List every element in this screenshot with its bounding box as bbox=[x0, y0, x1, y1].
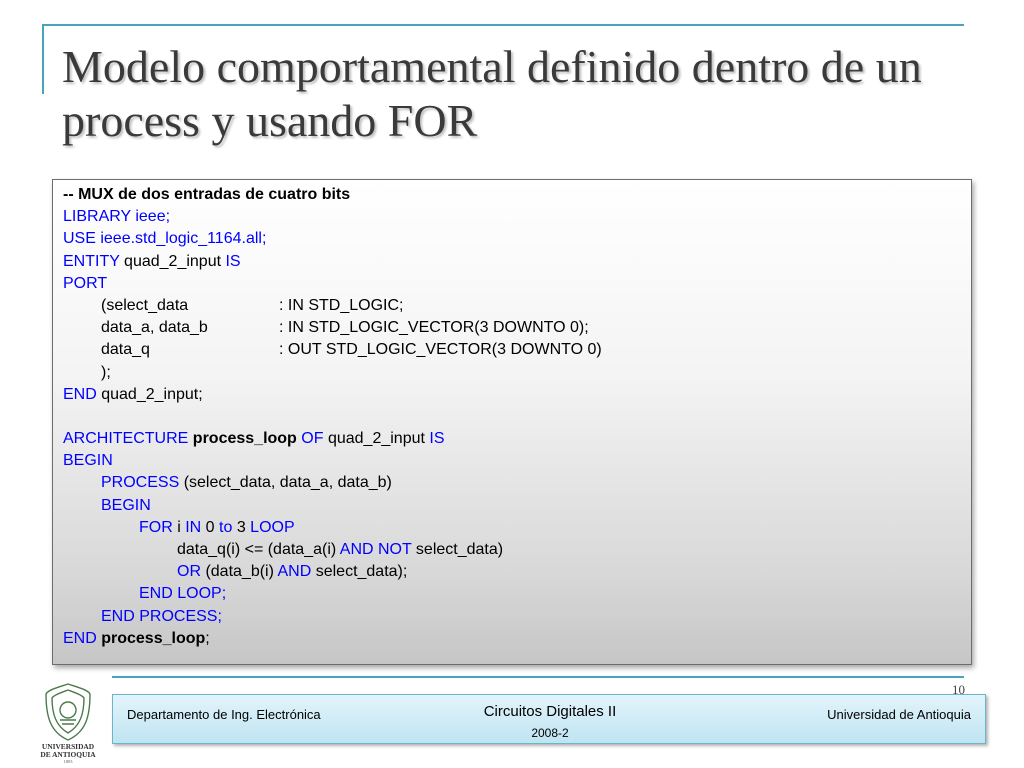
assignment-text: select_data) bbox=[411, 541, 504, 558]
keyword: IN bbox=[185, 518, 202, 536]
semicolon: ; bbox=[205, 629, 210, 647]
sensitivity-list: (select_data, data_a, data_b) bbox=[179, 474, 392, 492]
code-line: END process_loop; bbox=[63, 628, 971, 650]
footer-bar: Departamento de Ing. Electrónica Circuit… bbox=[112, 694, 986, 744]
code-library: LIBRARY ieee; bbox=[63, 208, 171, 226]
port-line: (select_data : IN STD_LOGIC; bbox=[63, 295, 971, 317]
entity-name: quad_2_input bbox=[119, 252, 226, 270]
code-line: data_q(i) <= (data_a(i) AND NOT select_d… bbox=[63, 539, 971, 561]
frame-top-line bbox=[42, 24, 964, 26]
code-line: PROCESS (select_data, data_a, data_b) bbox=[63, 472, 971, 494]
code-line: USE ieee.std_logic_1164.all; bbox=[63, 228, 971, 250]
code-line: FOR i IN 0 to 3 LOOP bbox=[63, 517, 971, 539]
port-type: : IN STD_LOGIC; bbox=[279, 296, 404, 314]
code-line: BEGIN bbox=[63, 495, 971, 517]
keyword: OF bbox=[301, 430, 324, 448]
keyword: IS bbox=[225, 252, 241, 270]
code-line: OR (data_b(i) AND select_data); bbox=[63, 561, 971, 583]
assignment-text: (data_b(i) bbox=[201, 563, 278, 581]
footer-rule-line bbox=[112, 676, 964, 678]
footer-term: 2008-2 bbox=[531, 726, 569, 740]
assignment-text: select_data); bbox=[311, 563, 408, 581]
port-type: : OUT STD_LOGIC_VECTOR(3 DOWNTO 0) bbox=[279, 341, 602, 359]
assignment-text: data_q(i) <= (data_a(i) bbox=[177, 541, 340, 558]
keyword: IS bbox=[429, 430, 445, 448]
keyword: LOOP bbox=[250, 518, 295, 536]
code-comment: -- MUX de dos entradas de cuatro bits bbox=[63, 186, 351, 203]
architecture-entity: quad_2_input bbox=[323, 430, 430, 448]
port-close: ); bbox=[101, 363, 111, 381]
keyword: AND bbox=[339, 541, 374, 558]
code-line: END quad_2_input; bbox=[63, 384, 971, 406]
loop-variable: i bbox=[172, 518, 186, 536]
keyword: END LOOP; bbox=[139, 585, 227, 603]
code-line: LIBRARY ieee; bbox=[63, 206, 971, 228]
port-line: data_a, data_b : IN STD_LOGIC_VECTOR(3 DO… bbox=[63, 317, 971, 339]
keyword: FOR bbox=[139, 518, 173, 536]
footer-university: Universidad de Antioquia bbox=[827, 707, 971, 722]
architecture-name: process_loop bbox=[101, 629, 206, 647]
port-type: : IN STD_LOGIC_VECTOR(3 DOWNTO 0); bbox=[279, 319, 589, 337]
port-line: data_q : OUT STD_LOGIC_VECTOR(3 DOWNTO 0) bbox=[63, 339, 971, 361]
keyword: AND bbox=[277, 563, 312, 581]
keyword: NOT bbox=[378, 541, 412, 558]
code-line: ); bbox=[63, 362, 971, 384]
end-entity: quad_2_input; bbox=[96, 385, 203, 403]
code-line: PORT bbox=[63, 273, 971, 295]
architecture-name: process_loop bbox=[192, 430, 297, 448]
code-line: ENTITY quad_2_input IS bbox=[63, 251, 971, 273]
code-line: END LOOP; bbox=[63, 583, 971, 605]
code-line: BEGIN bbox=[63, 450, 971, 472]
code-line: END PROCESS; bbox=[63, 606, 971, 628]
keyword: OR bbox=[177, 563, 201, 581]
keyword: BEGIN bbox=[101, 496, 151, 514]
port-name: data_a, data_b bbox=[101, 319, 208, 337]
code-block: -- MUX de dos entradas de cuatro bits LI… bbox=[52, 179, 972, 665]
range-end: 3 bbox=[232, 518, 251, 536]
keyword: BEGIN bbox=[63, 452, 113, 470]
range-start: 0 bbox=[201, 518, 220, 536]
keyword: END bbox=[63, 629, 97, 647]
slide-title: Modelo comportamental definido dentro de… bbox=[62, 41, 922, 146]
frame-left-line bbox=[42, 24, 44, 94]
port-name: data_q bbox=[101, 341, 150, 359]
keyword: PORT bbox=[63, 274, 108, 292]
code-line: -- MUX de dos entradas de cuatro bits bbox=[63, 184, 971, 206]
keyword: to bbox=[219, 518, 233, 536]
keyword: ENTITY bbox=[63, 252, 120, 270]
keyword: END bbox=[63, 385, 97, 403]
university-seal-logo: UNIVERSIDAD DE ANTIOQUIA 1803 bbox=[40, 683, 96, 764]
keyword: END PROCESS; bbox=[101, 607, 222, 625]
keyword: ARCHITECTURE bbox=[63, 430, 189, 448]
code-use: USE ieee.std_logic_1164.all; bbox=[63, 230, 267, 248]
logo-year: 1803 bbox=[64, 759, 74, 764]
code-line: ARCHITECTURE process_loop OF quad_2_inpu… bbox=[63, 428, 971, 450]
logo-text: DE ANTIOQUIA bbox=[40, 750, 96, 759]
port-name: (select_data bbox=[101, 296, 189, 314]
keyword: PROCESS bbox=[101, 474, 180, 492]
